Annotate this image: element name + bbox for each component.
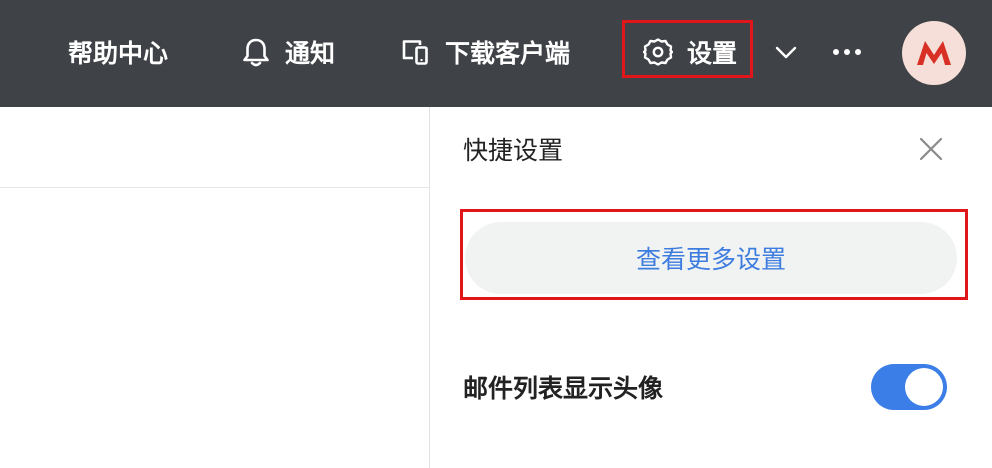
quick-settings-panel: 快捷设置 查看更多设置 邮件列表显示头像 [429,107,992,468]
more-icon[interactable] [832,40,862,64]
show-avatar-toggle[interactable] [871,364,947,410]
bell-icon [241,36,271,68]
notifications-label: 通知 [285,39,336,68]
chevron-down-icon[interactable] [774,40,798,64]
quick-settings-title: 快捷设置 [463,136,564,165]
download-client-link[interactable]: 下载客户端 [401,30,570,74]
help-center-label: 帮助中心 [68,39,169,68]
show-avatar-toggle-label: 邮件列表显示头像 [463,374,664,403]
close-icon[interactable] [916,134,946,164]
top-bar: 帮助中心 通知 下载客户端 设置 [0,0,992,107]
view-more-highlight-box [460,209,968,300]
avatar[interactable] [902,21,966,85]
content-divider [0,187,429,188]
help-center-link[interactable]: 帮助中心 [68,30,168,74]
download-client-label: 下载客户端 [445,39,571,68]
avatar-logo-icon [917,41,951,65]
toggle-knob [905,368,943,406]
notifications-link[interactable]: 通知 [241,30,335,74]
settings-highlight-box [622,20,753,78]
devices-icon [401,37,431,67]
